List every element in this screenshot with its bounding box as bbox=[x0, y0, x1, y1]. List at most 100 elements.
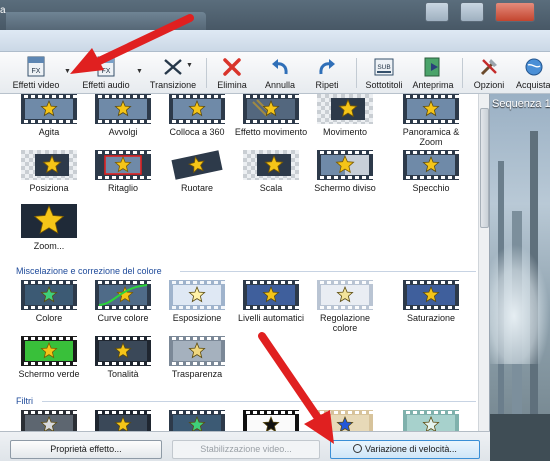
stabilizzazione-video-label: Stabilizzazione video... bbox=[200, 444, 292, 454]
effect-ruotare[interactable]: Ruotare bbox=[160, 150, 234, 193]
effect-tonalita[interactable]: Tonalità bbox=[86, 336, 160, 379]
section-divider bbox=[42, 401, 476, 402]
elimina-button[interactable]: Elimina bbox=[212, 56, 252, 92]
effect-thumbnail-icon bbox=[21, 336, 77, 366]
effect-movimento[interactable]: Movimento bbox=[308, 94, 382, 137]
filter-tile[interactable] bbox=[160, 410, 234, 431]
effect-label: Posiziona bbox=[29, 183, 69, 193]
elimina-label: Elimina bbox=[217, 80, 247, 90]
window-tab-text: a bbox=[0, 5, 6, 16]
delete-x-icon bbox=[223, 58, 241, 76]
stabilizzazione-video-button[interactable]: Stabilizzazione video... bbox=[172, 440, 320, 459]
effect-label: Livelli automatici bbox=[237, 313, 305, 323]
effect-label: Schermo verde bbox=[18, 369, 80, 379]
effect-thumbnail-icon bbox=[21, 280, 77, 310]
effect-label: Specchio bbox=[412, 183, 450, 193]
filter-tile[interactable] bbox=[308, 410, 382, 431]
effetti-audio-dropdown-icon[interactable]: ▼ bbox=[136, 68, 143, 75]
effect-label: Avvolgi bbox=[108, 127, 138, 137]
anteprima-label: Anteprima bbox=[412, 80, 454, 90]
ripeti-button[interactable]: Ripeti bbox=[306, 56, 348, 92]
preview-ground bbox=[490, 414, 550, 461]
svg-text:SUB: SUB bbox=[377, 64, 390, 71]
subtitles-icon: SUB bbox=[374, 58, 394, 76]
effect-panoramica-zoom[interactable]: Panoramica & Zoom bbox=[394, 94, 468, 147]
svg-text:FX: FX bbox=[32, 68, 41, 75]
effetti-video-label: Effetti video bbox=[12, 80, 60, 90]
anteprima-button[interactable]: Anteprima bbox=[410, 56, 456, 92]
effect-agita[interactable]: Agita bbox=[12, 94, 86, 137]
toolbar-divider bbox=[356, 58, 357, 88]
annulla-button[interactable]: Annulla bbox=[258, 56, 302, 92]
effect-effetto-movimento[interactable]: Effetto movimento bbox=[234, 94, 308, 137]
effect-regolazione-colore[interactable]: Regolazione colore bbox=[308, 280, 382, 333]
sottotitoli-label: Sottotitoli bbox=[365, 80, 403, 90]
effect-curve-colore[interactable]: Curve colore bbox=[86, 280, 160, 323]
filter-tile[interactable] bbox=[394, 410, 468, 431]
filter-tile[interactable] bbox=[86, 410, 160, 431]
effect-colore[interactable]: Colore bbox=[12, 280, 86, 323]
effect-label: Saturazione bbox=[406, 313, 456, 323]
effect-esposizione[interactable]: Esposizione bbox=[160, 280, 234, 323]
effect-label: Colloca a 360 bbox=[169, 127, 225, 137]
effect-zoom[interactable]: Zoom... bbox=[12, 204, 86, 251]
effect-label: Curve colore bbox=[97, 313, 149, 323]
acquista-button[interactable]: Acquista bbox=[514, 56, 550, 92]
effect-label: Schermo diviso bbox=[314, 183, 376, 193]
variazione-velocita-label: Variazione di velocità... bbox=[365, 444, 457, 454]
effect-thumbnail-icon bbox=[95, 410, 151, 431]
effect-label: Ruotare bbox=[180, 183, 214, 193]
section-divider bbox=[180, 271, 476, 272]
window-tab[interactable] bbox=[6, 12, 206, 30]
transizione-label: Transizione bbox=[149, 80, 197, 90]
variazione-velocita-button[interactable]: Variazione di velocità... bbox=[330, 440, 480, 459]
effect-schermo-diviso[interactable]: Schermo diviso bbox=[308, 150, 382, 193]
opzioni-button[interactable]: Opzioni bbox=[470, 56, 508, 92]
svg-text:FX: FX bbox=[102, 68, 111, 75]
effect-saturazione[interactable]: Saturazione bbox=[394, 280, 468, 323]
proprieta-effetto-button[interactable]: Proprietà effetto... bbox=[10, 440, 162, 459]
effect-label: Scala bbox=[259, 183, 283, 193]
effect-livelli-automatici[interactable]: Livelli automatici bbox=[234, 280, 308, 323]
effect-schermo-verde[interactable]: Schermo verde bbox=[12, 336, 86, 379]
tools-icon bbox=[480, 59, 497, 76]
effects-panel: Agita Avvolgi Colloca a 360 Effetto movi… bbox=[0, 94, 490, 431]
effect-colloca-360[interactable]: Colloca a 360 bbox=[160, 94, 234, 137]
scrollbar-thumb[interactable] bbox=[480, 108, 489, 228]
audio-fx-icon: FX bbox=[97, 56, 115, 77]
effect-thumbnail-icon bbox=[21, 410, 77, 431]
effect-scala[interactable]: Scala bbox=[234, 150, 308, 193]
effetti-audio-button[interactable]: FX Effetti audio ▼ bbox=[78, 56, 143, 92]
effect-trasparenza[interactable]: Trasparenza bbox=[160, 336, 234, 379]
effect-label: Regolazione colore bbox=[319, 313, 371, 333]
effect-thumbnail-icon bbox=[243, 410, 299, 431]
transizione-dropdown-icon[interactable]: ▼ bbox=[186, 62, 193, 69]
effect-label: Tonalità bbox=[107, 369, 139, 379]
toolbar-divider bbox=[206, 58, 207, 88]
transizione-button[interactable]: Transizione ▼ bbox=[148, 56, 198, 92]
acquista-label: Acquista bbox=[516, 80, 550, 90]
effect-thumbnail-icon bbox=[95, 94, 151, 124]
effect-thumbnail-icon bbox=[169, 410, 225, 431]
filter-tile[interactable] bbox=[12, 410, 86, 431]
annulla-label: Annulla bbox=[264, 80, 296, 90]
effect-thumbnail-icon bbox=[169, 336, 225, 366]
effetti-video-button[interactable]: FX Effetti video ▼ bbox=[6, 56, 71, 92]
effect-thumbnail-icon bbox=[21, 94, 77, 124]
filter-tile[interactable] bbox=[234, 410, 308, 431]
sottotitoli-button[interactable]: SUB Sottotitoli bbox=[362, 56, 406, 92]
effect-thumbnail-icon bbox=[317, 280, 373, 310]
effetti-video-dropdown-icon[interactable]: ▼ bbox=[64, 68, 71, 75]
section-color-heading: Miscelazione e correzione del colore bbox=[16, 266, 162, 276]
effetti-audio-label: Effetti audio bbox=[82, 80, 130, 90]
effect-avvolgi[interactable]: Avvolgi bbox=[86, 94, 160, 137]
effect-ritaglio[interactable]: Ritaglio bbox=[86, 150, 160, 193]
close-button[interactable] bbox=[495, 2, 535, 22]
effect-label: Zoom... bbox=[33, 241, 65, 251]
effects-scrollbar[interactable] bbox=[478, 94, 489, 431]
effect-posiziona[interactable]: Posiziona bbox=[12, 150, 86, 193]
minimize-button[interactable] bbox=[425, 2, 449, 22]
effect-thumbnail-icon bbox=[243, 280, 299, 310]
maximize-button[interactable] bbox=[460, 2, 484, 22]
effect-specchio[interactable]: Specchio bbox=[394, 150, 468, 193]
